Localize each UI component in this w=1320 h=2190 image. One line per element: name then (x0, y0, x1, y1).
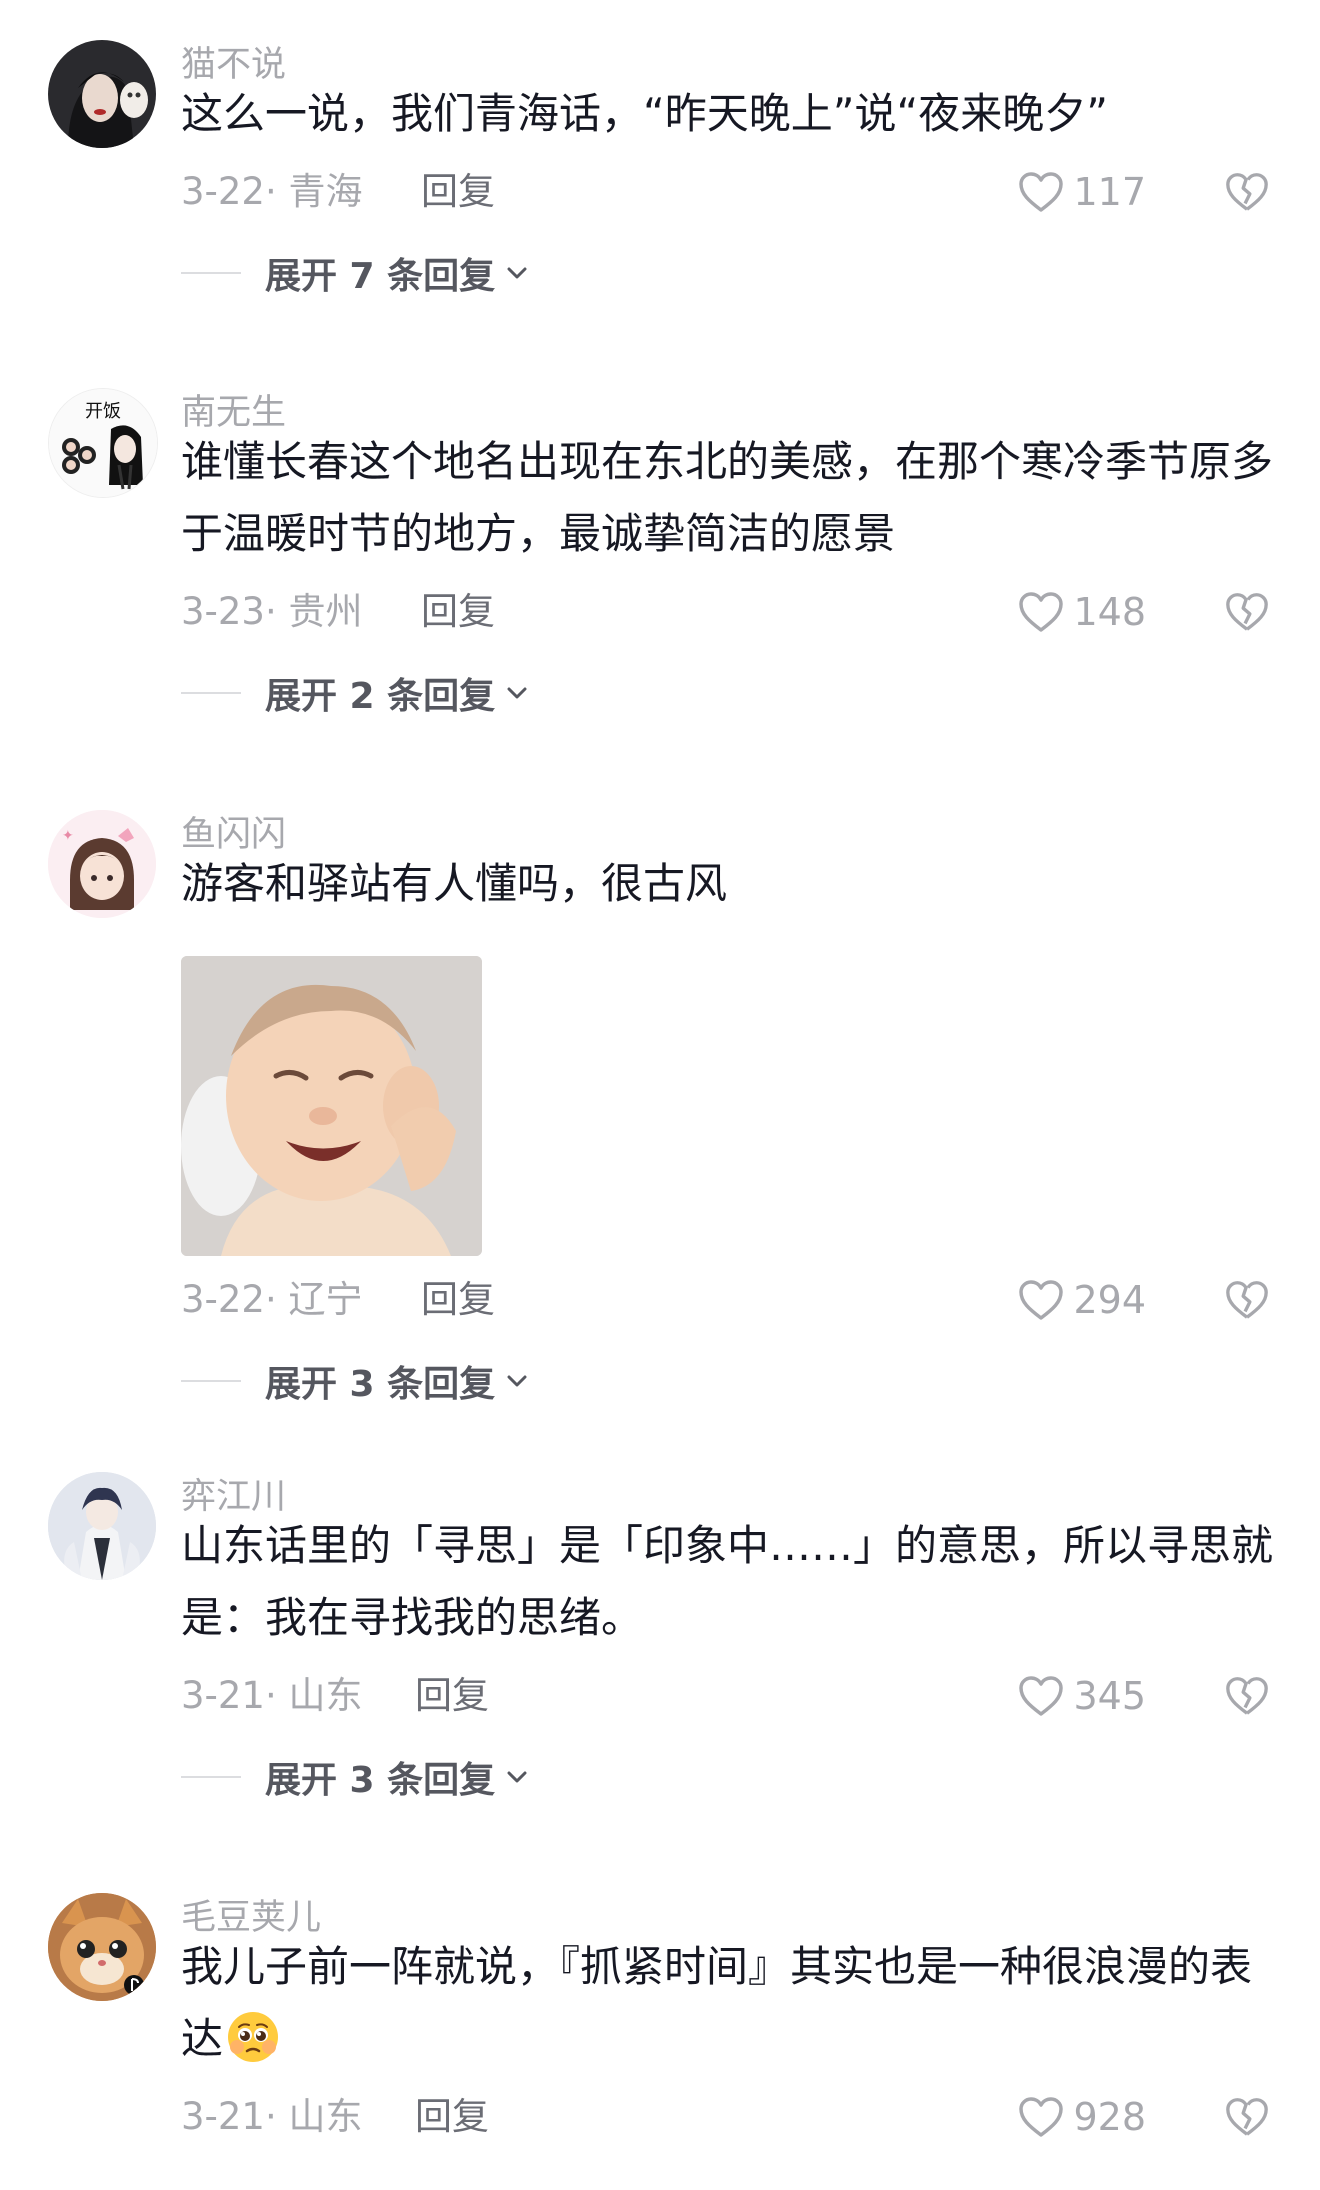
like-count: 928 (1073, 2095, 1146, 2139)
expand-replies-button[interactable]: 展开 3 条回复 (181, 1351, 531, 1411)
expand-replies-button[interactable]: 展开 3 条回复 (181, 1747, 531, 1807)
reply-button[interactable]: 回复 (421, 582, 495, 642)
broken-heart-icon (1226, 173, 1268, 211)
like-button[interactable]: 294 (1017, 1270, 1146, 1330)
chevron-down-icon (507, 267, 527, 279)
expand-replies-button[interactable]: 展开 2 条回复 (181, 663, 531, 723)
like-count: 294 (1073, 1278, 1146, 1322)
expand-replies-button[interactable]: 展开 7 条回复 (181, 243, 531, 303)
date-location: 3-21· 山东 (181, 2095, 363, 2138)
like-button[interactable]: 345 (1017, 1666, 1146, 1726)
comment-meta: 3-21· 山东 回复 (181, 2087, 489, 2147)
like-count: 345 (1073, 1674, 1146, 1718)
reply-button[interactable]: 回复 (421, 162, 495, 222)
date-location: 3-23· 贵州 (181, 590, 363, 633)
comment-text: 我儿子前一阵就说，『抓紧时间』其实也是一种很浪漫的表达 (181, 1931, 1291, 2075)
avatar[interactable]: ✦ (48, 810, 156, 918)
dislike-button[interactable] (1222, 1666, 1272, 1726)
date-location: 3-22· 青海 (181, 170, 363, 213)
comment-text: 游客和驿站有人懂吗，很古风 (181, 859, 728, 908)
broken-heart-icon (1226, 2098, 1268, 2136)
comment-text: 山东话里的「寻思」是「印象中……」的意思，所以寻思就是：我在寻找我的思绪。 (181, 1521, 1274, 1642)
comment-text-body: 我儿子前一阵就说，『抓紧时间』其实也是一种很浪漫的表达 (181, 1942, 1253, 2063)
dislike-button[interactable] (1222, 582, 1272, 642)
pleading-face-emoji (228, 2012, 279, 2062)
comment-meta: 3-22· 青海 回复 (181, 162, 495, 222)
expand-label: 展开 3 条回复 (265, 1364, 496, 1405)
like-button[interactable]: 928 (1017, 2087, 1146, 2147)
dislike-button[interactable] (1222, 162, 1272, 222)
dislike-button[interactable] (1222, 1270, 1272, 1330)
comment-text: 这么一说，我们青海话，“昨天晚上”说“夜来晚夕” (181, 89, 1109, 138)
expand-label: 展开 7 条回复 (265, 256, 496, 297)
divider (181, 272, 241, 274)
broken-heart-icon (1226, 593, 1268, 631)
reply-button[interactable]: 回复 (415, 1666, 489, 1726)
broken-heart-icon (1226, 1281, 1268, 1319)
heart-outline-icon (1019, 2097, 1064, 2137)
comment-text: 谁懂长春这个地名出现在东北的美感，在那个寒冷季节原多于温暖时节的地方，最诚挚简洁… (181, 437, 1274, 558)
comment-meta: 3-22· 辽宁 回复 (181, 1270, 495, 1330)
like-count: 117 (1073, 170, 1146, 214)
date-location: 3-22· 辽宁 (181, 1278, 363, 1321)
expand-label: 展开 3 条回复 (265, 1760, 496, 1801)
divider (181, 692, 241, 694)
chevron-down-icon (507, 687, 527, 699)
avatar[interactable] (48, 1472, 156, 1580)
dislike-button[interactable] (1222, 2087, 1272, 2147)
comment-meta: 3-23· 贵州 回复 (181, 582, 495, 642)
heart-outline-icon (1019, 1280, 1064, 1320)
comment-meta: 3-21· 山东 回复 (181, 1666, 489, 1726)
reply-button[interactable]: 回复 (415, 2087, 489, 2147)
date-location: 3-21· 山东 (181, 1674, 363, 1717)
attached-image[interactable] (181, 956, 482, 1256)
like-button[interactable]: 148 (1017, 582, 1146, 642)
svg-text:✦: ✦ (62, 828, 74, 844)
broken-heart-icon (1226, 1677, 1268, 1715)
reply-button[interactable]: 回复 (421, 1270, 495, 1330)
heart-outline-icon (1019, 1676, 1064, 1716)
heart-outline-icon (1019, 172, 1064, 212)
chevron-down-icon (507, 1771, 527, 1783)
avatar[interactable] (48, 40, 156, 148)
like-button[interactable]: 117 (1017, 162, 1146, 222)
chevron-down-icon (507, 1375, 527, 1387)
expand-label: 展开 2 条回复 (265, 676, 496, 717)
divider (181, 1380, 241, 1382)
like-count: 148 (1073, 590, 1146, 634)
divider (181, 1776, 241, 1778)
heart-outline-icon (1019, 592, 1064, 632)
avatar[interactable]: 开饭 (48, 388, 158, 498)
avatar[interactable] (48, 1893, 156, 2001)
avatar-text: 开饭 (85, 401, 121, 422)
